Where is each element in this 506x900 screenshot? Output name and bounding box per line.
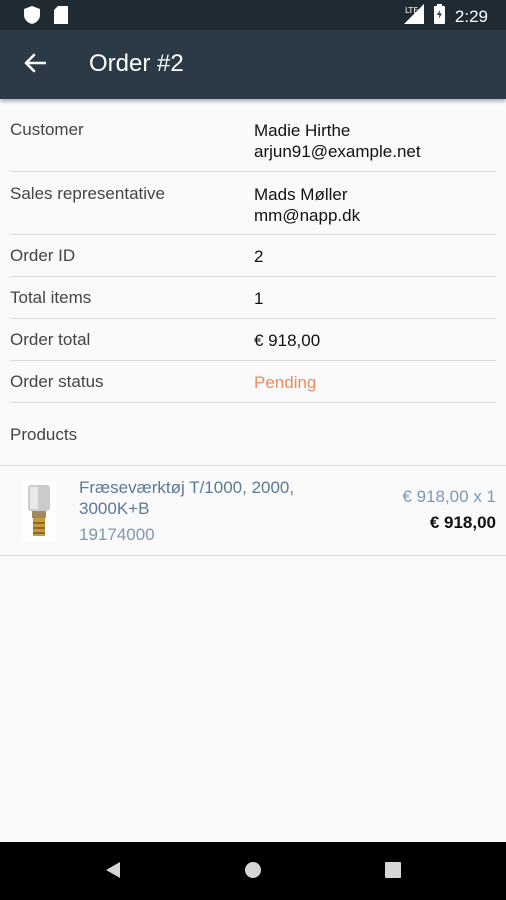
sales-rep-row: Sales representative Mads Møller mm@napp… bbox=[10, 172, 496, 235]
customer-email[interactable]: arjun91@example.net bbox=[254, 141, 421, 162]
nav-home-button[interactable] bbox=[241, 860, 265, 884]
order-id-value: 2 bbox=[254, 247, 264, 266]
back-triangle-icon bbox=[104, 861, 122, 884]
nav-recents-button[interactable] bbox=[381, 860, 405, 884]
arrow-left-icon bbox=[24, 53, 47, 78]
total-items-row: Total items 1 bbox=[10, 277, 496, 319]
order-status-label: Order status bbox=[10, 372, 104, 391]
product-line-total: € 918,00 bbox=[429, 513, 496, 532]
battery-icon bbox=[433, 4, 445, 29]
back-button[interactable] bbox=[18, 50, 52, 80]
total-items-label: Total items bbox=[10, 288, 92, 307]
app-bar: Order #2 bbox=[0, 30, 506, 99]
products-heading: Products bbox=[10, 425, 78, 444]
customer-name: Madie Hirthe bbox=[254, 121, 351, 140]
total-items-value: 1 bbox=[254, 289, 264, 308]
product-sku: 19174000 bbox=[79, 525, 155, 544]
customer-label: Customer bbox=[10, 120, 84, 139]
shield-icon bbox=[24, 6, 40, 29]
product-unit-price: € 918,00 x 1 bbox=[402, 487, 496, 506]
system-nav-bar bbox=[0, 842, 506, 900]
order-total-value: € 918,00 bbox=[254, 331, 321, 350]
page-title: Order #2 bbox=[89, 50, 184, 77]
svg-text:LTE: LTE bbox=[405, 6, 418, 15]
product-thumbnail bbox=[22, 481, 56, 541]
order-id-row: Order ID 2 bbox=[10, 235, 496, 277]
product-list-item[interactable]: Fræseværktøj T/1000, 2000, 3000K+B 19174… bbox=[0, 465, 506, 556]
status-bar: LTE 2:29 bbox=[0, 0, 506, 30]
order-id-label: Order ID bbox=[10, 246, 76, 265]
sales-rep-name: Mads Møller bbox=[254, 185, 348, 204]
order-status-row: Order status Pending bbox=[10, 361, 496, 403]
nav-back-button[interactable] bbox=[101, 860, 125, 884]
order-total-row: Order total € 918,00 bbox=[10, 319, 496, 361]
customer-row: Customer Madie Hirthe arjun91@example.ne… bbox=[10, 99, 496, 172]
product-name: Fræseværktøj T/1000, 2000, 3000K+B bbox=[79, 478, 295, 518]
lte-signal-icon: LTE bbox=[403, 4, 424, 29]
home-circle-icon bbox=[244, 861, 262, 884]
sales-rep-email[interactable]: mm@napp.dk bbox=[254, 205, 360, 226]
sales-rep-label: Sales representative bbox=[10, 184, 165, 203]
sim-card-icon bbox=[54, 6, 68, 29]
status-badge: Pending bbox=[254, 373, 317, 392]
status-time: 2:29 bbox=[454, 6, 488, 26]
recents-square-icon bbox=[385, 861, 401, 883]
order-details: Customer Madie Hirthe arjun91@example.ne… bbox=[0, 99, 506, 403]
order-total-label: Order total bbox=[10, 330, 91, 349]
